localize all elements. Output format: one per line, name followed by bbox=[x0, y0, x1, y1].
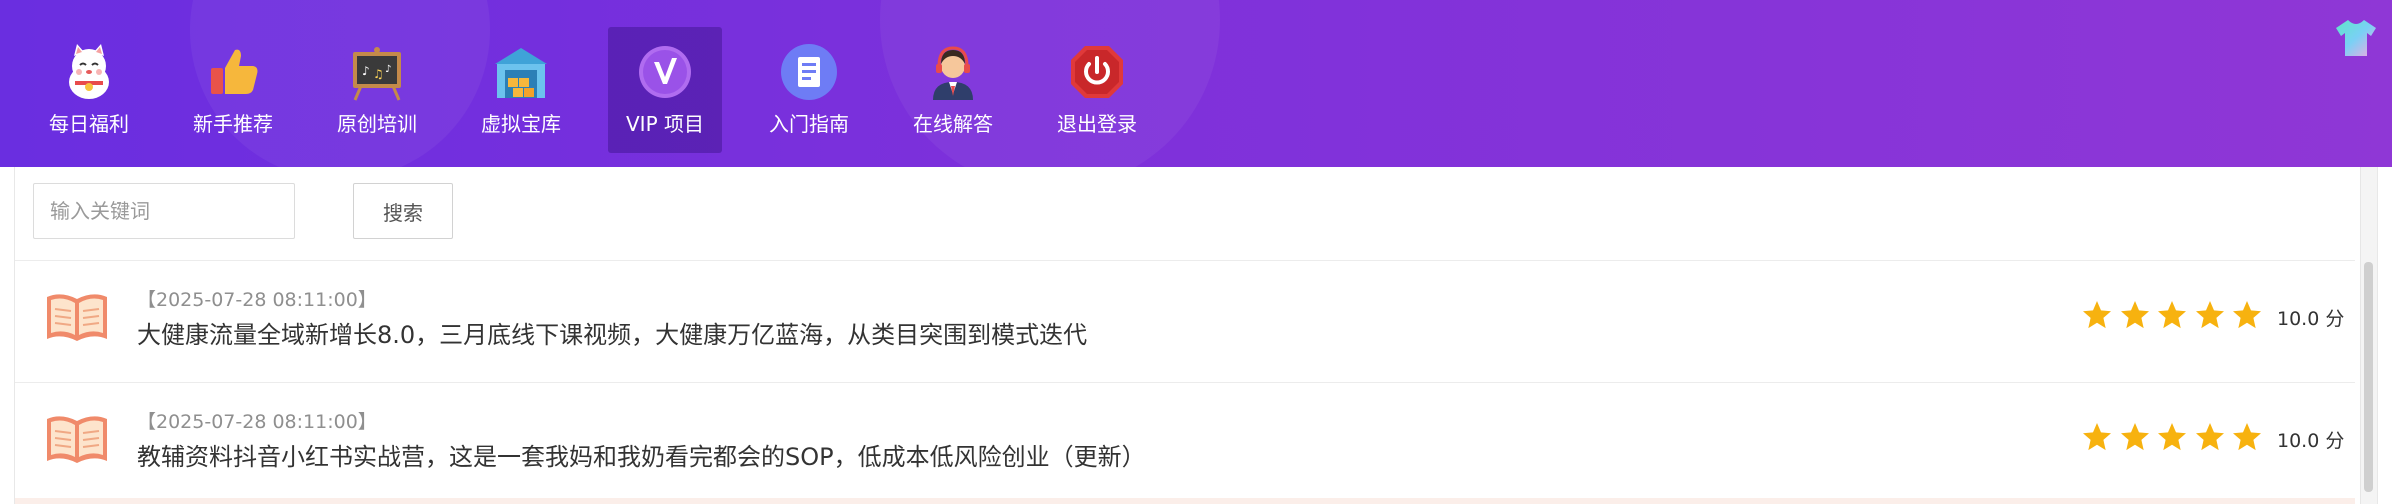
vip-icon bbox=[635, 42, 695, 102]
support-agent-icon bbox=[923, 42, 983, 102]
score-text: 10.0 分 bbox=[2277, 308, 2345, 330]
document-icon bbox=[779, 42, 839, 102]
post-title[interactable]: 教辅资料抖音小红书实战营，这是一套我妈和我奶看完都会的SOP，低成本低风险创业（… bbox=[137, 437, 1146, 472]
star-icon bbox=[2158, 423, 2186, 451]
nav-item-virtual-treasury[interactable]: 虚拟宝库 bbox=[464, 27, 578, 153]
nav-label: 虚拟宝库 bbox=[481, 112, 561, 136]
list-item[interactable]: 【2025-07-28 08:11:00】 大健康流量全域新增长8.0，三月底线… bbox=[15, 260, 2355, 382]
rating-stars bbox=[2081, 421, 2269, 453]
nav-label: 在线解答 bbox=[913, 112, 993, 136]
tshirt-icon[interactable] bbox=[2334, 18, 2378, 58]
next-row-edge bbox=[15, 498, 2355, 504]
book-icon bbox=[45, 291, 109, 345]
nav-label: 每日福利 bbox=[49, 112, 129, 136]
star-icon bbox=[2083, 423, 2111, 451]
star-icon bbox=[2083, 301, 2111, 329]
star-icon bbox=[2195, 423, 2224, 451]
power-icon bbox=[1067, 42, 1127, 102]
score-text: 10.0 分 bbox=[2277, 430, 2345, 452]
svg-text:♪: ♪ bbox=[385, 64, 391, 75]
main-content: 搜索 【2025-07-28 08:11:00】 大健康流量全域新增长8. bbox=[14, 167, 2378, 504]
nav-label: 入门指南 bbox=[769, 112, 849, 136]
nav-label: VIP 项目 bbox=[626, 112, 704, 136]
nav-item-original-training[interactable]: ♪ ♫ ♪ 原创培训 bbox=[320, 27, 434, 153]
star-icon bbox=[2158, 301, 2186, 329]
search-button[interactable]: 搜索 bbox=[353, 183, 453, 239]
star-icon bbox=[2195, 301, 2224, 329]
nav-item-newbie-recommend[interactable]: 新手推荐 bbox=[176, 27, 290, 153]
svg-text:♫: ♫ bbox=[373, 67, 384, 81]
rating-stars bbox=[2081, 299, 2269, 331]
nav-label: 退出登录 bbox=[1057, 112, 1137, 136]
lucky-cat-icon bbox=[59, 42, 119, 102]
nav-item-daily-welfare[interactable]: 每日福利 bbox=[32, 27, 146, 153]
top-navigation-bar: 每日福利 新手推荐 ♪ ♫ ♪ 原创培训 虚拟宝库 VIP 项目 入门指南 在线… bbox=[0, 0, 2392, 167]
scrollbar-thumb[interactable] bbox=[2364, 262, 2373, 492]
post-title[interactable]: 大健康流量全域新增长8.0，三月底线下课视频，大健康万亿蓝海，从类目突围到模式迭… bbox=[137, 315, 1087, 350]
list-item[interactable]: 【2025-07-28 08:11:00】 教辅资料抖音小红书实战营，这是一套我… bbox=[15, 382, 2355, 504]
nav-label: 原创培训 bbox=[337, 112, 417, 136]
star-icon bbox=[2233, 423, 2261, 451]
svg-text:♪: ♪ bbox=[362, 64, 370, 78]
post-time: 【2025-07-28 08:11:00】 bbox=[137, 411, 377, 433]
warehouse-icon bbox=[491, 42, 551, 102]
star-icon bbox=[2120, 301, 2149, 329]
scrollbar[interactable] bbox=[2360, 167, 2377, 504]
star-icon bbox=[2120, 423, 2149, 451]
post-time: 【2025-07-28 08:11:00】 bbox=[137, 289, 377, 311]
nav-item-getting-started[interactable]: 入门指南 bbox=[752, 27, 866, 153]
book-icon bbox=[45, 413, 109, 467]
thumbs-up-icon bbox=[203, 42, 263, 102]
star-icon bbox=[2233, 301, 2261, 329]
nav-item-vip-project[interactable]: VIP 项目 bbox=[608, 27, 722, 153]
search-input[interactable] bbox=[33, 183, 295, 239]
nav-item-logout[interactable]: 退出登录 bbox=[1040, 27, 1154, 153]
blackboard-icon: ♪ ♫ ♪ bbox=[347, 42, 407, 102]
nav-label: 新手推荐 bbox=[193, 112, 273, 136]
nav-item-online-answers[interactable]: 在线解答 bbox=[896, 27, 1010, 153]
